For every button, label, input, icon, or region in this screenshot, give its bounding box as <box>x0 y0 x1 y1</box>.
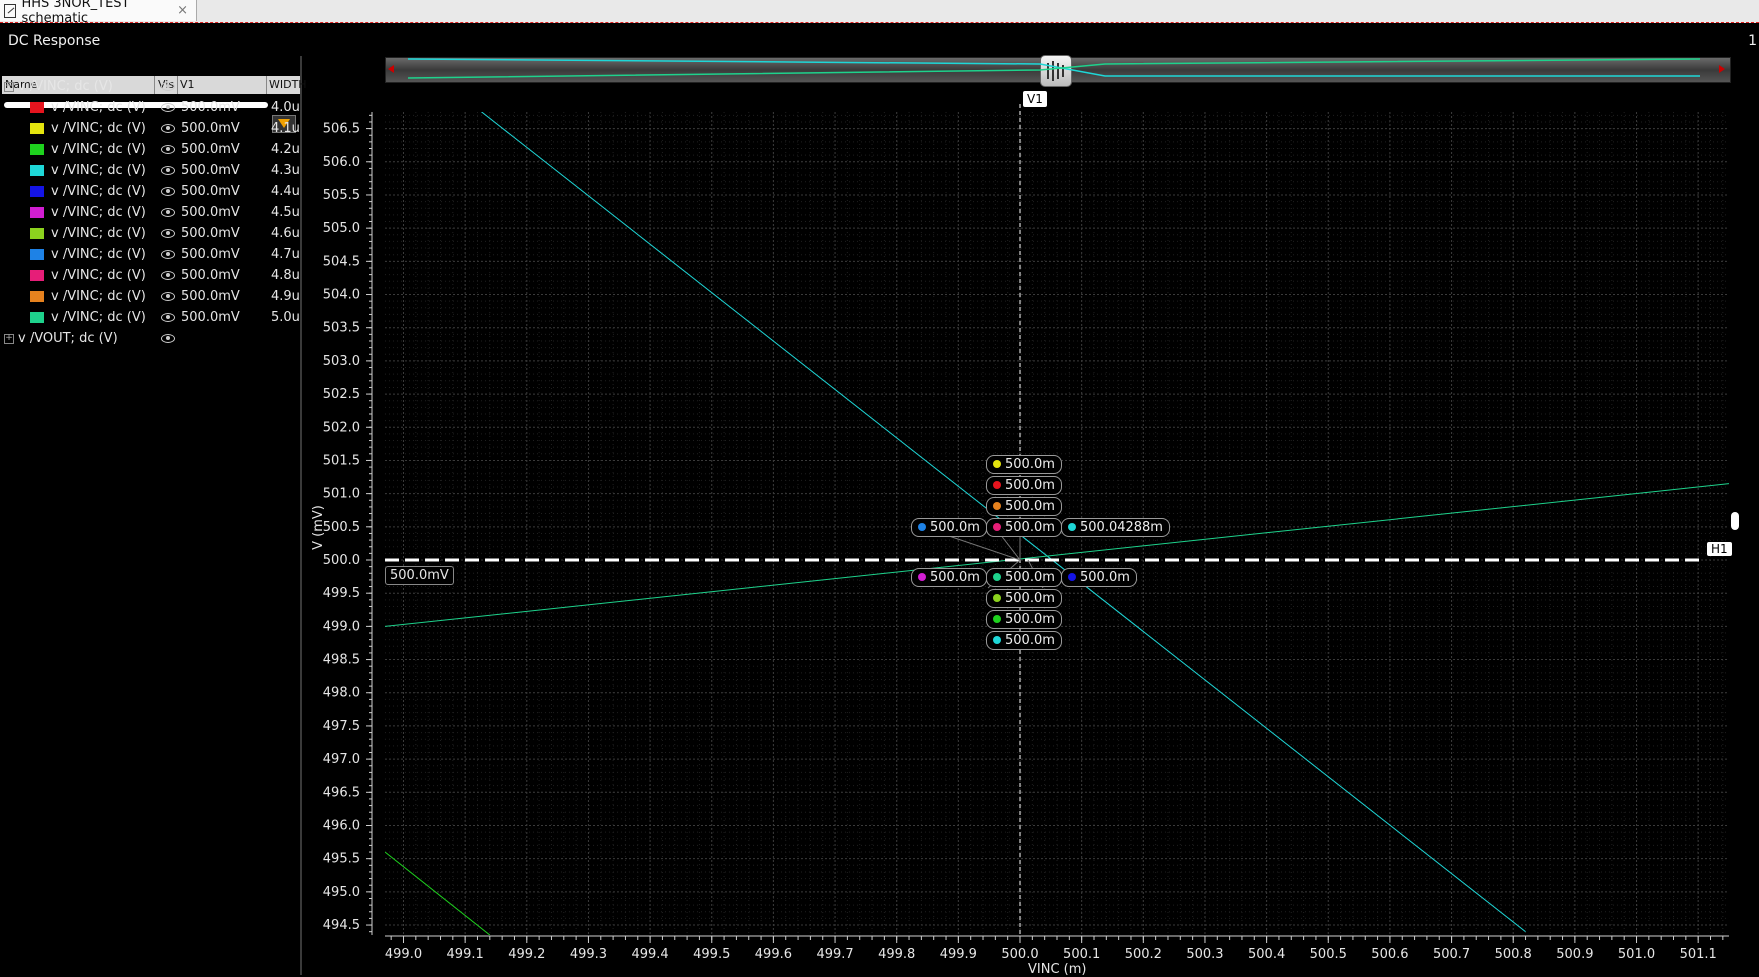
value-tooltip[interactable]: 500.0m <box>986 497 1062 516</box>
value-tooltip[interactable]: 500.0m <box>1061 568 1137 587</box>
series-dot-icon <box>993 636 1001 644</box>
y-tick-label: 502.0 <box>323 420 360 435</box>
x-tick-label: 500.8 <box>1495 947 1532 962</box>
y-tick-label: 498.0 <box>323 686 360 701</box>
series-dot-icon <box>993 502 1001 510</box>
tooltip-value: 500.0m <box>930 570 980 585</box>
series-dot-icon <box>918 573 926 581</box>
x-tick-label: 500.4 <box>1248 947 1285 962</box>
x-tick-label: 499.3 <box>570 947 607 962</box>
y-tick-label: 500.5 <box>323 520 360 535</box>
y-tick-label: 505.0 <box>323 221 360 236</box>
y-tick-label: 504.5 <box>323 254 360 269</box>
x-tick-label: 501.0 <box>1618 947 1655 962</box>
tooltip-value: 500.0m <box>1080 570 1130 585</box>
plot-area[interactable]: 494.5 495.0 495.5 496.0 496.5 497.0 497.5 498.0… <box>0 0 1759 975</box>
series-dot-icon <box>993 573 1001 581</box>
series-dot-icon <box>993 594 1001 602</box>
value-tooltip[interactable]: 500.0m <box>986 455 1062 474</box>
series-dot-icon <box>1068 573 1076 581</box>
series-dot-icon <box>993 481 1001 489</box>
x-tick-label: 500.5 <box>1310 947 1347 962</box>
horizontal-marker-value: 500.0mV <box>385 566 454 585</box>
tooltip-value: 500.0m <box>1005 591 1055 606</box>
tooltip-value: 500.0m <box>1005 478 1055 493</box>
y-tick-label: 503.0 <box>323 354 360 369</box>
value-tooltip[interactable]: 500.0m <box>911 518 987 537</box>
tooltip-value: 500.0m <box>1005 457 1055 472</box>
y-tick-label: 500.0 <box>323 553 360 568</box>
x-tick-label: 501.1 <box>1680 947 1717 962</box>
y-tick-label: 506.0 <box>323 155 360 170</box>
x-tick-label: 499.6 <box>755 947 792 962</box>
value-tooltip[interactable]: 500.0m <box>986 610 1062 629</box>
x-tick-label: 499.7 <box>816 947 853 962</box>
value-tooltip[interactable]: 500.0m <box>986 589 1062 608</box>
overview-trace <box>408 59 1700 78</box>
y-tick-label: 506.5 <box>323 122 360 137</box>
tooltip-value: 500.0m <box>1005 520 1055 535</box>
y-tick-label: 498.5 <box>323 653 360 668</box>
tooltip-value: 500.04288m <box>1080 520 1163 535</box>
value-tooltip[interactable]: 500.0m <box>986 568 1062 587</box>
x-tick-label: 499.4 <box>631 947 668 962</box>
value-tooltip[interactable]: 500.0m <box>986 631 1062 650</box>
series-dot-icon <box>993 460 1001 468</box>
x-tick-label: 500.9 <box>1556 947 1593 962</box>
tooltip-value: 500.0m <box>1005 570 1055 585</box>
y-tick-label: 495.0 <box>323 885 360 900</box>
tooltip-leader <box>943 534 1020 560</box>
vertical-scroll-handle[interactable] <box>1731 512 1739 530</box>
x-tick-label: 499.9 <box>940 947 977 962</box>
y-tick-label: 504.0 <box>323 288 360 303</box>
x-tick-label: 500.7 <box>1433 947 1470 962</box>
x-tick-label: 499.8 <box>878 947 915 962</box>
y-tick-label: 503.5 <box>323 321 360 336</box>
tooltip-value: 500.0m <box>1005 499 1055 514</box>
y-axis-label: V (mV) <box>311 505 326 550</box>
x-tick-label: 500.2 <box>1125 947 1162 962</box>
series-dot-icon <box>918 523 926 531</box>
y-tick-label: 499.0 <box>323 619 360 634</box>
tooltip-value: 500.0m <box>930 520 980 535</box>
series-line <box>385 852 490 935</box>
y-tick-label: 495.5 <box>323 852 360 867</box>
x-tick-label: 499.1 <box>447 947 484 962</box>
y-tick-label: 496.5 <box>323 785 360 800</box>
x-tick-label: 499.5 <box>693 947 730 962</box>
series-dot-icon <box>993 523 1001 531</box>
x-tick-label: 499.0 <box>385 947 422 962</box>
y-tick-label: 497.5 <box>323 719 360 734</box>
x-tick-label: 500.1 <box>1063 947 1100 962</box>
y-tick-label: 494.5 <box>323 918 360 933</box>
y-tick-label: 497.0 <box>323 752 360 767</box>
value-tooltip[interactable]: 500.0m <box>911 568 987 587</box>
x-tick-label: 499.2 <box>508 947 545 962</box>
y-tick-label: 499.5 <box>323 586 360 601</box>
x-tick-label: 500.0 <box>1001 947 1038 962</box>
value-tooltip[interactable]: 500.0m <box>986 518 1062 537</box>
x-tick-label: 500.3 <box>1186 947 1223 962</box>
series-dot-icon <box>1068 523 1076 531</box>
value-tooltip[interactable]: 500.04288m <box>1061 518 1170 537</box>
overview-trace <box>408 59 1700 76</box>
x-tick-label: 500.6 <box>1371 947 1408 962</box>
horizontal-marker-label[interactable]: H1 <box>1707 542 1732 556</box>
tooltip-value: 500.0m <box>1005 633 1055 648</box>
y-tick-label: 502.5 <box>323 387 360 402</box>
y-tick-label: 501.0 <box>323 487 360 502</box>
tooltip-value: 500.0m <box>1005 612 1055 627</box>
vertical-marker-label[interactable]: V1 <box>1023 91 1047 107</box>
y-tick-label: 496.0 <box>323 818 360 833</box>
y-tick-label: 501.5 <box>323 453 360 468</box>
y-tick-label: 505.5 <box>323 188 360 203</box>
value-tooltip[interactable]: 500.0m <box>986 476 1062 495</box>
series-dot-icon <box>993 615 1001 623</box>
